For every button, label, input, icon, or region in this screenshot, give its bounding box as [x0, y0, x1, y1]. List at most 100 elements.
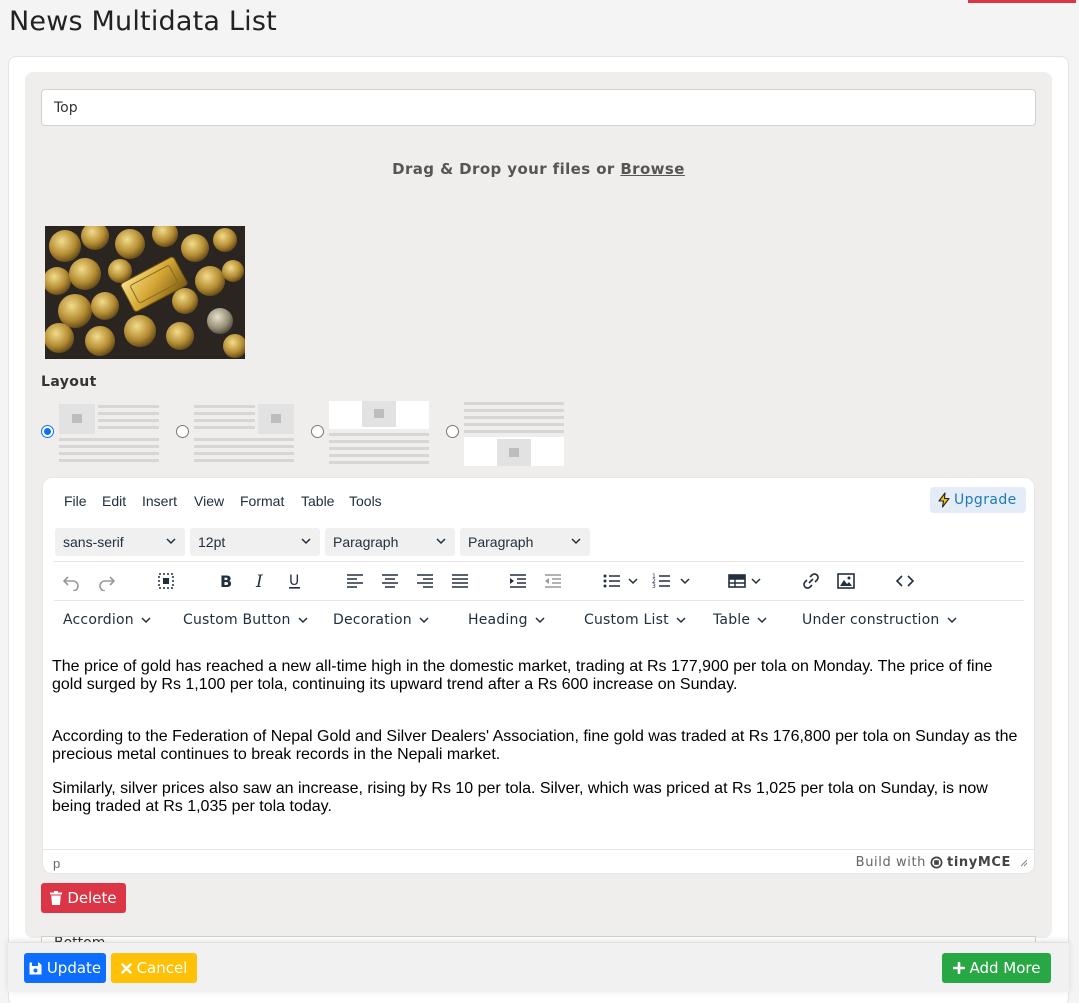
outdent-icon[interactable]	[541, 570, 565, 592]
heading-label: Heading	[468, 612, 528, 628]
chevron-down-icon	[946, 617, 957, 624]
content-paragraph: According to the Federation of Nepal Gol…	[52, 728, 1018, 763]
chevron-down-icon	[535, 617, 545, 624]
link-icon[interactable]	[799, 570, 823, 592]
element-path[interactable]: p	[53, 856, 60, 871]
branding-text: Build with	[855, 855, 927, 870]
cancel-label: Cancel	[136, 959, 188, 977]
layout-preview-image-bottom-icon	[464, 402, 564, 466]
chevron-down-icon	[301, 538, 311, 545]
uploaded-image-thumbnail	[45, 226, 245, 359]
decoration-menu[interactable]: Decoration	[333, 612, 430, 628]
svg-text:I: I	[255, 572, 263, 591]
chevron-down-icon	[141, 617, 151, 624]
chevron-down-icon[interactable]	[749, 570, 763, 592]
align-left-icon[interactable]	[343, 570, 367, 592]
editor-content-area[interactable]: The price of gold has reached a new all-…	[52, 658, 1027, 832]
menu-format[interactable]: Format	[240, 493, 284, 509]
numbered-list-icon[interactable]: 123	[650, 570, 674, 592]
editor-statusbar: p Build with tinyMCE	[43, 849, 1034, 873]
menu-view[interactable]: View	[194, 493, 224, 509]
menu-tools[interactable]: Tools	[349, 493, 382, 509]
update-label: Update	[46, 959, 102, 977]
layout-preview-image-top-icon	[329, 401, 429, 464]
custom-list-label: Custom List	[584, 612, 669, 628]
font-size-select[interactable]: 12pt	[190, 528, 320, 556]
top-accent-bar	[968, 0, 1076, 3]
font-family-value: sans-serif	[63, 534, 124, 550]
content-paragraph: The price of gold has reached a new all-…	[52, 658, 993, 693]
layout-option-image-right[interactable]	[176, 401, 294, 466]
content-paragraph: Similarly, silver prices also saw an inc…	[52, 780, 988, 815]
table-menu-label: Table	[713, 612, 751, 628]
block-format-select[interactable]: Paragraph	[325, 528, 455, 556]
layout-radio-image-top[interactable]	[311, 425, 324, 438]
custom-button-menu[interactable]: Custom Button	[183, 612, 309, 628]
decoration-label: Decoration	[333, 612, 412, 628]
section-title-input[interactable]: Top	[41, 89, 1036, 126]
toolbar-divider	[54, 561, 1024, 562]
delete-label: Delete	[67, 889, 117, 907]
align-center-icon[interactable]	[378, 570, 402, 592]
custom-list-menu[interactable]: Custom List	[584, 612, 687, 628]
redo-icon[interactable]	[95, 570, 119, 592]
block-format-select-2[interactable]: Paragraph	[460, 528, 590, 556]
trash-icon	[50, 891, 63, 905]
menu-table[interactable]: Table	[301, 493, 334, 509]
layout-radio-image-right[interactable]	[176, 425, 189, 438]
chevron-down-icon[interactable]	[626, 570, 640, 592]
layout-option-image-left[interactable]	[41, 401, 159, 466]
chevron-down-icon	[419, 617, 429, 624]
save-icon	[29, 962, 42, 974]
layout-option-image-top[interactable]	[311, 401, 429, 466]
cancel-button[interactable]: Cancel	[111, 953, 197, 983]
source-code-icon[interactable]	[893, 570, 917, 592]
close-icon	[120, 962, 132, 974]
accordion-label: Accordion	[63, 612, 134, 628]
chevron-down-icon	[757, 617, 767, 624]
menu-edit[interactable]: Edit	[102, 493, 126, 509]
italic-icon[interactable]: I	[248, 570, 272, 592]
update-button[interactable]: Update	[24, 953, 106, 983]
branding-logo-text: tinyMCE	[947, 855, 1011, 870]
custom-button-label: Custom Button	[183, 612, 291, 628]
underline-icon[interactable]: U	[283, 570, 307, 592]
gold-coins-image	[45, 226, 245, 359]
add-more-label: Add More	[969, 959, 1041, 977]
heading-menu[interactable]: Heading	[468, 612, 546, 628]
select-all-icon[interactable]	[154, 570, 178, 592]
table-menu[interactable]: Table	[713, 612, 768, 628]
tinymce-logo-icon	[930, 856, 943, 869]
tinymce-branding[interactable]: Build with tinyMCE	[856, 855, 1028, 870]
menu-insert[interactable]: Insert	[142, 493, 177, 509]
chevron-down-icon	[571, 538, 581, 545]
indent-icon[interactable]	[506, 570, 530, 592]
chevron-down-icon[interactable]	[678, 570, 692, 592]
file-dropzone[interactable]: Drag & Drop your files or Browse	[25, 160, 1052, 178]
add-more-button[interactable]: Add More	[942, 953, 1051, 983]
bullet-list-icon[interactable]	[600, 570, 624, 592]
chevron-down-icon	[166, 538, 176, 545]
image-icon[interactable]	[834, 570, 858, 592]
bold-icon[interactable]: B	[214, 570, 238, 592]
upgrade-button[interactable]: Upgrade	[930, 487, 1026, 513]
under-construction-label: Under construction	[802, 612, 940, 628]
resize-handle-icon[interactable]	[1019, 858, 1028, 867]
layout-radio-image-bottom[interactable]	[446, 425, 459, 438]
align-justify-icon[interactable]	[448, 570, 472, 592]
align-right-icon[interactable]	[413, 570, 437, 592]
layout-preview-image-right-icon	[194, 404, 294, 462]
accordion-menu[interactable]: Accordion	[63, 612, 152, 628]
table-icon[interactable]	[725, 570, 749, 592]
delete-button[interactable]: Delete	[41, 883, 126, 913]
under-construction-menu[interactable]: Under construction	[802, 612, 958, 628]
font-family-select[interactable]: sans-serif	[55, 528, 185, 556]
page-title: News Multidata List	[9, 6, 277, 37]
layout-radio-image-left[interactable]	[41, 425, 54, 438]
browse-link[interactable]: Browse	[620, 160, 685, 178]
layout-option-image-bottom[interactable]	[446, 401, 564, 466]
svg-text:U: U	[289, 573, 299, 589]
svg-text:B: B	[220, 572, 232, 591]
undo-icon[interactable]	[59, 570, 83, 592]
menu-file[interactable]: File	[64, 493, 87, 509]
